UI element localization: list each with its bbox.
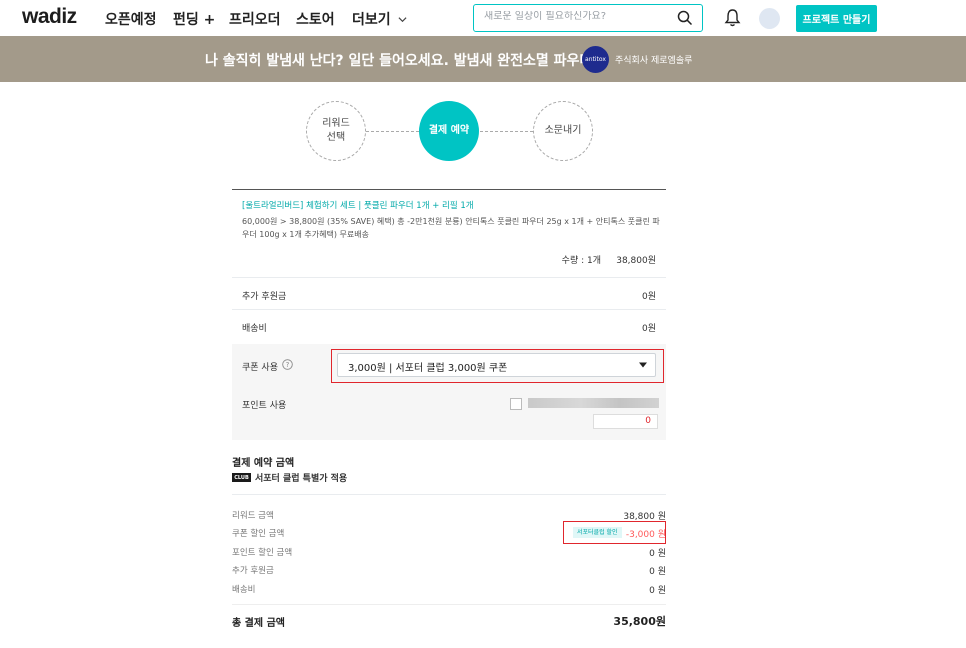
- search-box: [473, 4, 703, 32]
- maker-name[interactable]: 주식회사 제로엠솔루: [615, 53, 692, 66]
- step-reward-select: 리워드 선택: [306, 101, 366, 161]
- extra-support-summary-label: 추가 후원금: [232, 566, 274, 576]
- step-label: 결제 예약: [428, 125, 470, 136]
- nav-item-more[interactable]: 더보기: [352, 9, 407, 29]
- step-label: 선택: [326, 132, 346, 143]
- project-title: 나 솔직히 발냄새 난다? 일단 들어오세요. 발냄새 완전소멸 파우더: [205, 53, 593, 69]
- step-share: 소문내기: [533, 101, 593, 161]
- extra-support-label: 추가 후원금: [242, 292, 287, 302]
- divider: [232, 494, 666, 495]
- club-discount-chip: 서포터클럽 할인: [573, 527, 622, 538]
- total-value: 35,800원: [613, 615, 666, 628]
- shipping-summary-value: 0 원: [649, 586, 666, 596]
- nav-item-funding[interactable]: 펀딩 +: [173, 9, 215, 29]
- club-badge: CLUB: [232, 473, 251, 482]
- point-input[interactable]: 0: [593, 414, 658, 429]
- step-connector: [480, 131, 533, 132]
- make-project-button[interactable]: 프로젝트 만들기: [796, 5, 877, 32]
- divider: [232, 309, 666, 310]
- nav-item-preorder[interactable]: 프리오더: [229, 9, 281, 29]
- maker-logo[interactable]: antitox: [582, 46, 609, 73]
- reward-description: 60,000원 > 38,800원 (35% SAVE) 혜택) 총 -2만1천…: [242, 217, 660, 239]
- extra-support-value: 0원: [641, 292, 656, 302]
- nav-item-store[interactable]: 스토어: [296, 9, 335, 29]
- chevron-down-icon: [398, 17, 407, 23]
- summary-title: 결제 예약 금액: [232, 458, 295, 469]
- divider: [232, 604, 666, 605]
- extra-support-summary-value: 0 원: [649, 567, 666, 577]
- divider: [232, 189, 666, 190]
- shipping-summary-label: 배송비: [232, 585, 256, 595]
- divider: [232, 277, 666, 278]
- reward-title: [울트라얼리버드] 체험하기 세트 | 풋클린 파우더 1개 + 리필 1개: [242, 201, 474, 211]
- coupon-select-value: 3,000원 | 서포터 클럽 3,000원 쿠폰: [348, 363, 508, 374]
- coupon-select[interactable]: 3,000원 | 서포터 클럽 3,000원 쿠폰: [337, 353, 656, 377]
- total-label: 총 결제 금액: [232, 618, 285, 629]
- coupon-label: 쿠폰 사용: [242, 363, 278, 373]
- avatar[interactable]: [759, 8, 780, 29]
- coupon-discount-label: 쿠폰 할인 금액: [232, 529, 285, 539]
- svg-text:?: ?: [286, 361, 290, 369]
- quantity-label: 수량 : 1개: [561, 256, 601, 266]
- project-banner: 나 솔직히 발냄새 난다? 일단 들어오세요. 발냄새 완전소멸 파우더 ant…: [0, 36, 966, 82]
- shipping-label: 배송비: [242, 324, 267, 334]
- reward-price: 38,800원: [616, 256, 656, 266]
- step-connector: [366, 131, 419, 132]
- point-discount-value: 0 원: [649, 549, 666, 559]
- search-icon[interactable]: [677, 10, 693, 26]
- point-checkbox[interactable]: [510, 398, 522, 410]
- top-header: wadiz 오픈예정 펀딩 + 프리오더 스토어 더보기 프로젝트 만들기: [0, 0, 966, 36]
- nav-item-open-soon[interactable]: 오픈예정: [105, 9, 157, 29]
- help-icon[interactable]: ?: [282, 359, 293, 370]
- step-payment-reserve: 결제 예약: [419, 101, 479, 161]
- shipping-value: 0원: [641, 324, 656, 334]
- bell-icon[interactable]: [724, 8, 741, 27]
- point-label: 포인트 사용: [242, 401, 287, 411]
- blurred-point-balance: [528, 398, 659, 408]
- point-discount-label: 포인트 할인 금액: [232, 548, 293, 558]
- search-input[interactable]: [484, 11, 669, 22]
- coupon-discount-value: -3,000 원: [625, 530, 666, 540]
- dropdown-arrow-icon: [639, 362, 647, 368]
- step-label: 리워드: [322, 118, 350, 129]
- wadiz-logo[interactable]: wadiz: [22, 5, 77, 29]
- step-label: 소문내기: [544, 125, 582, 136]
- club-text: 서포터 클럽 특별가 적용: [255, 474, 348, 484]
- reward-amount-label: 리워드 금액: [232, 511, 274, 521]
- nav-item-more-label: 더보기: [352, 12, 391, 28]
